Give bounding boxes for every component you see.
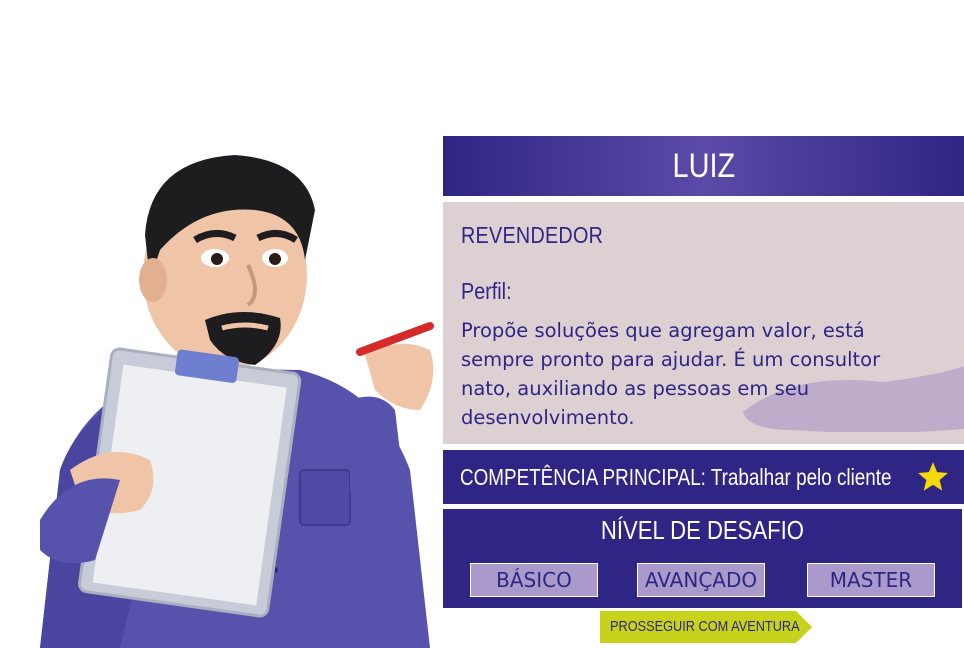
proceed-adventure-label: PROSSEGUIR COM AVENTURA [610,618,800,635]
profile-label: Perfil: [461,278,512,304]
character-role: REVENDEDOR [461,222,604,248]
star-icon [918,462,948,491]
profile-description: Propõe soluções que agregam valor, está … [461,319,881,429]
character-name: LUIZ [672,146,735,185]
challenge-level-panel: NÍVEL DE DESAFIO BÁSICO AVANÇADO MASTER [443,509,962,608]
level-master-button[interactable]: MASTER [807,563,935,597]
main-competence-bar: COMPETÊNCIA PRINCIPAL: Trabalhar pelo cl… [443,450,964,504]
main-competence-text: COMPETÊNCIA PRINCIPAL: Trabalhar pelo cl… [460,463,892,490]
challenge-level-title: NÍVEL DE DESAFIO [600,515,805,545]
level-advanced-button[interactable]: AVANÇADO [637,563,765,597]
character-illustration [40,155,434,648]
proceed-adventure-button[interactable]: PROSSEGUIR COM AVENTURA [600,611,812,643]
profile-panel: REVENDEDOR Perfil: Propõe soluções que a… [443,202,964,444]
character-name-bar: LUIZ [443,136,964,196]
level-basic-button[interactable]: BÁSICO [470,563,598,597]
